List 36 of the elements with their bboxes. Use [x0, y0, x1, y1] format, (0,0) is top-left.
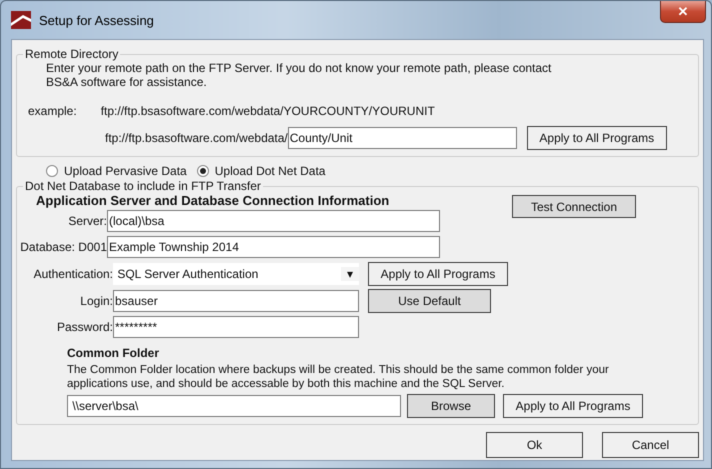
- path-prefix: ftp://ftp.bsasoftware.com/webdata/: [105, 131, 288, 145]
- apply-all-button[interactable]: Apply to All Programs: [368, 262, 508, 286]
- dialog-button[interactable]: Cancel: [602, 432, 699, 458]
- field-label: Authentication:: [32, 267, 113, 281]
- authentication-dropdown[interactable]: SQL Server Authentication ▾: [113, 263, 359, 285]
- radio-label: Upload Dot Net Data: [214, 164, 326, 178]
- browse-button[interactable]: Browse: [407, 394, 495, 418]
- remote-path-field[interactable]: County/Unit: [288, 127, 517, 149]
- group-legend: Dot Net Database to include in FTP Transfer: [23, 179, 263, 193]
- section-heading: Common Folder: [67, 346, 160, 360]
- field-label: Server:: [67, 214, 107, 228]
- section-heading: Application Server and Database Connection Information: [36, 193, 390, 208]
- apply-all-button[interactable]: Apply to All Programs: [503, 394, 643, 418]
- example-path: ftp://ftp.bsasoftware.com/webdata/YOURCOUNTY/YOURUNIT: [100, 104, 435, 118]
- login-field[interactable]: bsauser: [113, 290, 359, 312]
- database-field[interactable]: Example Township 2014: [107, 236, 440, 258]
- instructions-text: Enter your remote path on the FTP Server. If you do not know your remote path, please contact BS&A software for assistance.: [46, 61, 552, 89]
- radio-button[interactable]: [196, 165, 209, 177]
- field-label: Login:: [79, 294, 113, 308]
- window-title: Setup for Assessing: [39, 12, 154, 28]
- server-field[interactable]: (local)\bsa: [107, 210, 440, 232]
- close-button[interactable]: ✕: [660, 1, 706, 23]
- field-label: Database: D001: [19, 240, 107, 254]
- group-legend: Remote Directory: [23, 47, 120, 61]
- description-text: The Common Folder location where backups will be created. This should be the same common folder your applications use, and should be accessable by both this machine and the SQL Server.: [67, 363, 610, 391]
- radio-label: Upload Pervasive Data: [64, 164, 187, 178]
- apply-all-button[interactable]: Apply to All Programs: [526, 126, 667, 150]
- use-default-button[interactable]: Use Default: [368, 289, 491, 313]
- radio-button[interactable]: [46, 165, 58, 177]
- folder-path-field[interactable]: \\server\bsa\: [67, 395, 401, 417]
- example-label: example:: [28, 104, 77, 118]
- field-label: Password:: [56, 320, 113, 334]
- password-field[interactable]: *********: [113, 316, 359, 338]
- dialog-button[interactable]: Ok: [486, 432, 583, 458]
- test-connection-button[interactable]: Test Connection: [512, 195, 636, 218]
- app-logo-icon: [11, 11, 31, 29]
